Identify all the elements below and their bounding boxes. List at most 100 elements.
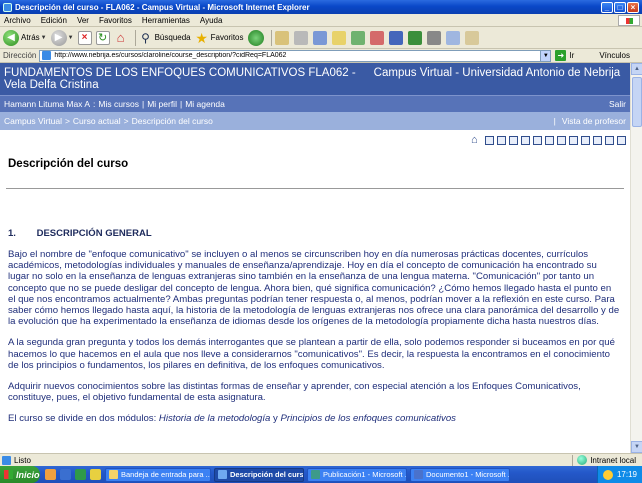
- task-label: Publicación1 - Microsoft ...: [323, 470, 407, 479]
- back-label: Atrás: [21, 33, 40, 42]
- tool-chat-icon[interactable]: [605, 135, 614, 145]
- menu-favoritos[interactable]: Favoritos: [99, 16, 132, 25]
- print-icon[interactable]: [293, 30, 308, 45]
- teacher-view-link[interactable]: Vista de profesor: [562, 116, 626, 126]
- tool-announcements-icon[interactable]: [509, 135, 518, 145]
- intranet-globe-icon: [577, 455, 588, 465]
- forward-dropdown-icon[interactable]: ▼: [68, 35, 74, 41]
- favorites-button[interactable]: ★ Favoritos: [195, 29, 244, 47]
- task-publisher[interactable]: Publicación1 - Microsoft ...: [307, 467, 407, 482]
- task-ie[interactable]: Descripción del curso ...: [214, 467, 304, 482]
- address-dropdown-icon[interactable]: ▼: [540, 50, 551, 61]
- breadcrumb-course[interactable]: Curso actual: [73, 116, 121, 126]
- course-description: Bajo el nombre de "enfoque comunicativo"…: [8, 249, 620, 435]
- course-title-link[interactable]: FUNDAMENTOS DE LOS ENFOQUES COMUNICATIVO…: [4, 67, 356, 79]
- menu-herramientas[interactable]: Herramientas: [142, 16, 190, 25]
- quicklaunch-word-icon[interactable]: [60, 469, 71, 480]
- user-separator: :: [92, 99, 96, 109]
- tool-learnpath-icon[interactable]: [545, 135, 554, 145]
- edit-icon[interactable]: [312, 30, 327, 45]
- clock: 17:19: [616, 470, 637, 479]
- menu-edicion[interactable]: Edición: [41, 16, 67, 25]
- my-courses-link[interactable]: Mis cursos: [98, 99, 139, 109]
- breadcrumb-current: Descripción del curso: [131, 116, 213, 126]
- refresh-button[interactable]: ↻: [95, 29, 110, 47]
- status-text: Listo: [14, 455, 31, 465]
- address-input[interactable]: http://www.nebrija.es/cursos/claroline/c…: [39, 49, 552, 62]
- task-word[interactable]: Documento1 - Microsoft ...: [410, 467, 510, 482]
- start-label: Inicio: [16, 469, 40, 480]
- format-icon[interactable]: [407, 30, 422, 45]
- word-icon[interactable]: [388, 30, 403, 45]
- breadcrumb-campus[interactable]: Campus Virtual: [4, 116, 62, 126]
- ie-icon: [3, 2, 12, 12]
- task-outlook[interactable]: Bandeja de entrada para ...: [105, 467, 211, 482]
- search-button[interactable]: ⚲ Búsqueda: [139, 29, 190, 47]
- maximize-button[interactable]: □: [614, 1, 626, 13]
- word-task-icon: [414, 470, 423, 479]
- paste-icon[interactable]: [464, 30, 479, 45]
- quicklaunch-media-icon[interactable]: [90, 469, 101, 480]
- taskbar: Inicio Bandeja de entrada para ... Descr…: [0, 466, 642, 483]
- vertical-scrollbar[interactable]: ▲ ▼: [630, 63, 642, 453]
- menu-ayuda[interactable]: Ayuda: [200, 16, 223, 25]
- standard-toolbar: ◀ Atrás ▼ ▶ ▼ × ↻ ⌂ ⚲ Búsqueda ★ Favorit…: [0, 27, 642, 49]
- my-profile-link[interactable]: Mi perfil: [147, 99, 177, 109]
- status-bar: Listo Intranet local: [0, 453, 642, 466]
- history-icon: [247, 29, 264, 46]
- cut-icon[interactable]: [426, 30, 441, 45]
- stop-button[interactable]: ×: [77, 29, 92, 47]
- discuss-icon[interactable]: [331, 30, 346, 45]
- minimize-button[interactable]: _: [601, 1, 613, 13]
- security-zone: Intranet local: [572, 454, 642, 466]
- copy-icon[interactable]: [445, 30, 460, 45]
- course-home-icon[interactable]: ⌂: [471, 134, 482, 145]
- tool-documents-icon[interactable]: [521, 135, 530, 145]
- tool-forums-icon[interactable]: [569, 135, 578, 145]
- section-title: DESCRIPCIÓN GENERAL: [36, 228, 152, 239]
- links-button[interactable]: Vínculos: [599, 51, 630, 60]
- forward-button[interactable]: ▶ ▼: [50, 29, 74, 47]
- address-url[interactable]: http://www.nebrija.es/cursos/claroline/c…: [54, 52, 540, 59]
- back-dropdown-icon[interactable]: ▼: [41, 35, 47, 41]
- messenger-icon[interactable]: [350, 30, 365, 45]
- scroll-thumb[interactable]: [632, 77, 642, 127]
- search-icon: ⚲: [141, 30, 150, 45]
- menu-ver[interactable]: Ver: [77, 16, 89, 25]
- tool-description-icon[interactable]: [485, 135, 494, 145]
- mail-icon[interactable]: [274, 30, 289, 45]
- quicklaunch-browser-icon[interactable]: [45, 469, 56, 480]
- user-bar: Hamann Lituma Max A : Mis cursos | Mi pe…: [0, 95, 630, 112]
- quicklaunch-excel-icon[interactable]: [75, 469, 86, 480]
- tool-users-icon[interactable]: [593, 135, 602, 145]
- quick-launch: [45, 469, 105, 480]
- favorites-label: Favoritos: [210, 33, 244, 42]
- tray-icon[interactable]: [602, 469, 613, 480]
- my-agenda-link[interactable]: Mi agenda: [185, 99, 225, 109]
- system-tray: 17:19: [596, 466, 642, 483]
- campus-title-link[interactable]: Campus Virtual - Universidad Antonio de …: [374, 67, 621, 79]
- favorites-star-icon: ★: [195, 29, 208, 46]
- windows-logo-icon: [618, 14, 640, 26]
- tool-exercises-icon[interactable]: [533, 135, 542, 145]
- tool-works-icon[interactable]: [557, 135, 566, 145]
- tool-groups-icon[interactable]: [581, 135, 590, 145]
- history-button[interactable]: [247, 29, 264, 47]
- tool-wiki-icon[interactable]: [617, 135, 626, 145]
- close-button[interactable]: ×: [627, 1, 639, 13]
- scroll-down-icon[interactable]: ▼: [631, 441, 642, 453]
- go-button[interactable]: ➜ Ir: [555, 50, 577, 61]
- logout-link[interactable]: Salir: [609, 99, 626, 109]
- zone-label: Intranet local: [590, 455, 636, 465]
- home-button[interactable]: ⌂: [114, 29, 128, 47]
- research-icon[interactable]: [369, 30, 384, 45]
- scroll-up-icon[interactable]: ▲: [631, 63, 642, 75]
- tool-agenda-icon[interactable]: [497, 135, 506, 145]
- menu-bar: Archivo Edición Ver Favoritos Herramient…: [0, 14, 642, 27]
- toolbar-separator: [270, 29, 272, 46]
- back-button[interactable]: ◀ Atrás ▼: [3, 29, 47, 47]
- refresh-icon: ↻: [95, 30, 110, 45]
- start-button[interactable]: Inicio: [0, 466, 40, 483]
- menu-archivo[interactable]: Archivo: [4, 16, 31, 25]
- module-conjunction: y: [270, 413, 281, 425]
